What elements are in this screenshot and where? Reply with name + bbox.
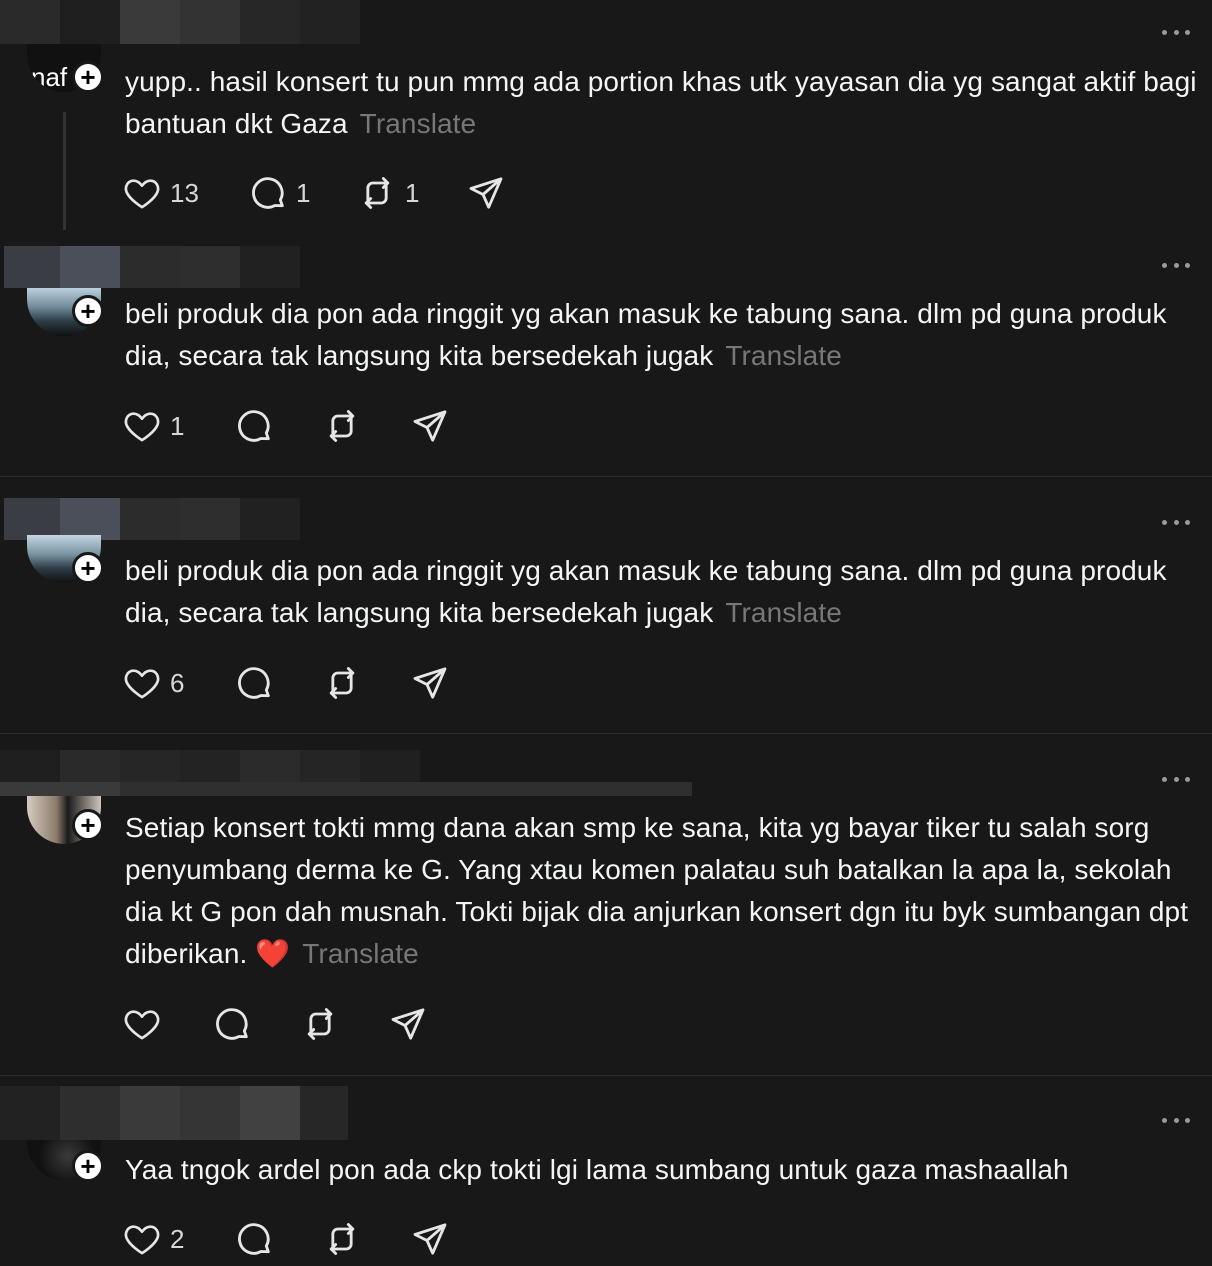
post-body: yupp.. hasil konsert tu pun mmg ada port… xyxy=(125,66,1197,139)
like-button[interactable] xyxy=(122,1004,162,1044)
translate-link[interactable]: Translate xyxy=(725,340,842,371)
post-body: beli produk dia pon ada ringgit yg akan … xyxy=(125,555,1167,628)
comment-icon xyxy=(238,1223,270,1255)
like-button[interactable]: 1 xyxy=(122,406,184,446)
reply-button[interactable] xyxy=(234,1219,274,1259)
post-text: beli produk dia pon ada ringgit yg akan … xyxy=(125,293,1212,377)
share-button[interactable] xyxy=(410,1219,450,1259)
translate-link[interactable]: Translate xyxy=(360,108,477,139)
like-count: 6 xyxy=(170,667,185,698)
repost-button[interactable] xyxy=(300,1004,340,1044)
reply-button[interactable] xyxy=(212,1004,252,1044)
send-icon xyxy=(413,667,447,699)
like-button[interactable]: 6 xyxy=(122,663,184,703)
more-icon[interactable] xyxy=(1162,777,1190,785)
repost-icon xyxy=(364,177,390,209)
redacted-bar xyxy=(0,782,692,796)
like-button[interactable]: 2 xyxy=(122,1219,184,1259)
send-icon xyxy=(391,1008,425,1040)
post-1: naf + yupp.. hasil konsert tu pun mmg ad… xyxy=(0,0,1212,240)
follow-plus-icon[interactable]: + xyxy=(72,809,104,841)
reply-button[interactable]: 1 xyxy=(248,173,310,213)
reply-button[interactable] xyxy=(234,406,274,446)
post-body: Yaa tngok ardel pon ada ckp tokti lgi la… xyxy=(125,1154,1069,1185)
repost-icon xyxy=(329,1223,355,1255)
post-body: Setiap konsert tokti mmg dana akan smp k… xyxy=(125,812,1189,969)
post-2: + beli produk dia pon ada ringgit yg aka… xyxy=(0,240,1212,476)
heart-icon xyxy=(124,669,160,699)
more-icon[interactable] xyxy=(1162,520,1190,528)
share-button[interactable] xyxy=(410,406,450,446)
redacted-username xyxy=(0,1086,348,1140)
avatar-partial-text: naf xyxy=(31,62,68,92)
post-body: beli produk dia pon ada ringgit yg akan … xyxy=(125,298,1167,371)
send-icon xyxy=(469,177,503,209)
translate-link[interactable]: Translate xyxy=(725,597,842,628)
like-button[interactable]: 13 xyxy=(122,173,199,213)
thread-line xyxy=(63,112,66,230)
repost-button[interactable] xyxy=(322,663,362,703)
like-count: 13 xyxy=(170,177,199,208)
comment-icon xyxy=(252,177,284,209)
heart-icon xyxy=(124,1225,160,1255)
translate-link[interactable]: Translate xyxy=(302,938,419,969)
more-icon[interactable] xyxy=(1162,30,1190,38)
reply-button[interactable] xyxy=(234,663,274,703)
heart-icon xyxy=(124,1010,160,1040)
repost-icon xyxy=(307,1008,333,1040)
like-count: 2 xyxy=(170,1223,185,1254)
follow-plus-icon[interactable]: + xyxy=(72,552,104,584)
share-button[interactable] xyxy=(410,663,450,703)
comment-icon xyxy=(238,667,270,699)
repost-count: 1 xyxy=(405,177,420,208)
post-3: + beli produk dia pon ada ringgit yg aka… xyxy=(0,477,1212,733)
follow-plus-icon[interactable]: + xyxy=(72,61,104,93)
post-text: Setiap konsert tokti mmg dana akan smp k… xyxy=(125,807,1212,975)
share-button[interactable] xyxy=(388,1004,428,1044)
more-icon[interactable] xyxy=(1162,1118,1190,1126)
post-text: Yaa tngok ardel pon ada ckp tokti lgi la… xyxy=(125,1149,1212,1191)
repost-icon xyxy=(329,410,355,442)
post-5: + Yaa tngok ardel pon ada ckp tokti lgi … xyxy=(0,1076,1212,1266)
follow-plus-icon[interactable]: + xyxy=(72,1150,104,1182)
share-button[interactable] xyxy=(466,173,506,213)
like-count: 1 xyxy=(170,410,185,441)
send-icon xyxy=(413,1223,447,1255)
redacted-username xyxy=(0,0,360,44)
reply-count: 1 xyxy=(296,177,311,208)
heart-icon xyxy=(124,412,160,442)
redacted-username xyxy=(4,498,300,540)
repost-button[interactable]: 1 xyxy=(357,173,419,213)
redacted-username xyxy=(4,246,300,288)
post-4: + Setiap konsert tokti mmg dana akan smp… xyxy=(0,734,1212,1074)
repost-button[interactable] xyxy=(322,406,362,446)
more-icon[interactable] xyxy=(1162,263,1190,271)
follow-plus-icon[interactable]: + xyxy=(72,295,104,327)
post-text: beli produk dia pon ada ringgit yg akan … xyxy=(125,550,1212,634)
heart-icon xyxy=(124,179,160,209)
comment-icon xyxy=(238,410,270,442)
comment-icon xyxy=(216,1008,248,1040)
post-text: yupp.. hasil konsert tu pun mmg ada port… xyxy=(125,61,1212,145)
send-icon xyxy=(413,410,447,442)
repost-button[interactable] xyxy=(322,1219,362,1259)
repost-icon xyxy=(329,667,355,699)
